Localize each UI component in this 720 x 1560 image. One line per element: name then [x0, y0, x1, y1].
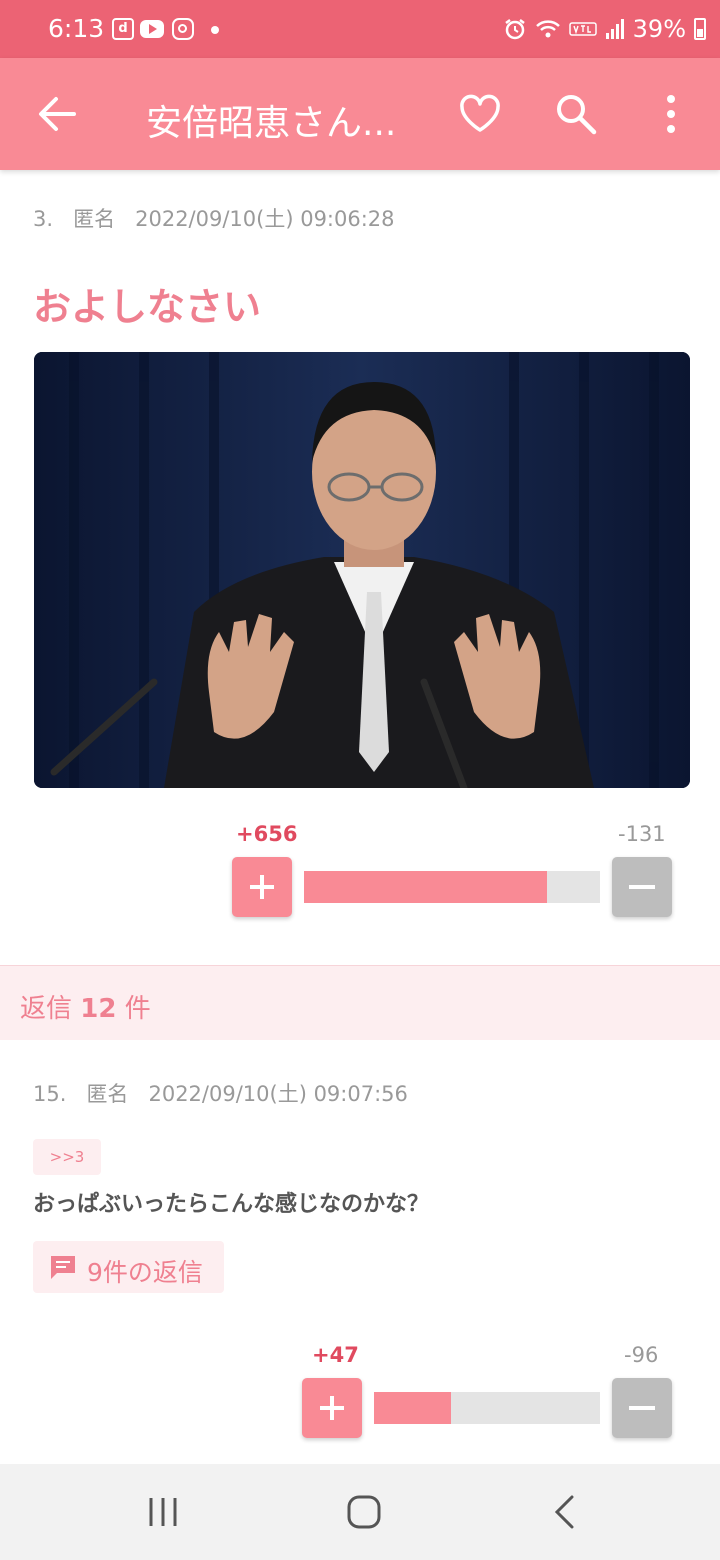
reply-minus-button[interactable]	[612, 1378, 672, 1438]
reply-text: おっぱぶいったらこんな感じなのかな？	[33, 1192, 430, 1217]
post-text: およしなさい	[33, 285, 262, 329]
instagram-icon	[172, 18, 194, 40]
alarm-icon	[504, 19, 525, 40]
reply-anchor-link[interactable]: >>3	[33, 1139, 101, 1175]
replies-suffix: 件	[124, 994, 151, 1024]
reply-plus-count: +47	[312, 1343, 359, 1367]
post-plus-count: +656	[236, 822, 298, 846]
youtube-icon	[140, 20, 164, 38]
post-minus-button[interactable]	[612, 857, 672, 917]
replies-count: 12	[80, 994, 117, 1024]
post-author: 匿名	[73, 207, 116, 231]
minus-icon	[629, 885, 655, 889]
post-datetime: 2022/09/10(土) 09:06:28	[135, 207, 395, 231]
post-minus-count: -131	[618, 822, 666, 846]
post-meta: 3. 匿名 2022/09/10(土) 09:06:28	[33, 203, 395, 233]
post-image[interactable]	[34, 352, 690, 788]
volte-icon	[568, 22, 597, 36]
post-number: 3.	[33, 207, 54, 231]
back-arrow-icon[interactable]	[34, 94, 78, 134]
app-bar: 安倍昭恵さん...	[0, 58, 720, 170]
replies-count-label: 返信 12 件	[20, 988, 151, 1025]
plus-icon	[250, 875, 274, 899]
post-vote-bar	[304, 871, 600, 903]
system-nav-bar	[0, 1464, 720, 1560]
comment-icon	[51, 1256, 75, 1279]
d-app-icon: d	[112, 18, 134, 40]
reply-author: 匿名	[86, 1082, 129, 1106]
heart-icon[interactable]	[458, 94, 502, 134]
reply-vote-bar	[374, 1392, 600, 1424]
search-icon[interactable]	[554, 92, 598, 136]
recent-apps-icon[interactable]	[143, 1494, 183, 1530]
reply-plus-button[interactable]	[302, 1378, 362, 1438]
battery-icon	[694, 18, 706, 40]
signal-icon	[605, 19, 624, 39]
reply-meta: 15. 匿名 2022/09/10(土) 09:07:56	[33, 1078, 408, 1108]
reply-number: 15.	[33, 1082, 67, 1106]
post-plus-button[interactable]	[232, 857, 292, 917]
replies-prefix: 返信	[20, 994, 73, 1024]
plus-icon	[320, 1396, 344, 1420]
wifi-icon	[535, 20, 560, 38]
page-title: 安倍昭恵さん...	[146, 103, 397, 144]
post-vote-bar-fill	[304, 871, 547, 903]
replies-header: 返信 12 件	[0, 965, 720, 1040]
notification-dot-icon	[211, 26, 219, 34]
more-vert-icon[interactable]	[656, 94, 686, 134]
back-nav-icon[interactable]	[546, 1494, 586, 1530]
status-time: 6:13	[48, 14, 105, 43]
status-bar: 6:13 d 39%	[0, 0, 720, 58]
reply-minus-count: -96	[624, 1343, 659, 1367]
reply-thread-button[interactable]: 9件の返信	[33, 1241, 224, 1293]
reply-datetime: 2022/09/10(土) 09:07:56	[148, 1082, 408, 1106]
minus-icon	[629, 1406, 655, 1410]
reply-vote-bar-fill	[374, 1392, 451, 1424]
home-icon[interactable]	[344, 1494, 384, 1530]
reply-thread-label: 9件の返信	[87, 1258, 203, 1287]
battery-percent: 39%	[632, 15, 686, 43]
